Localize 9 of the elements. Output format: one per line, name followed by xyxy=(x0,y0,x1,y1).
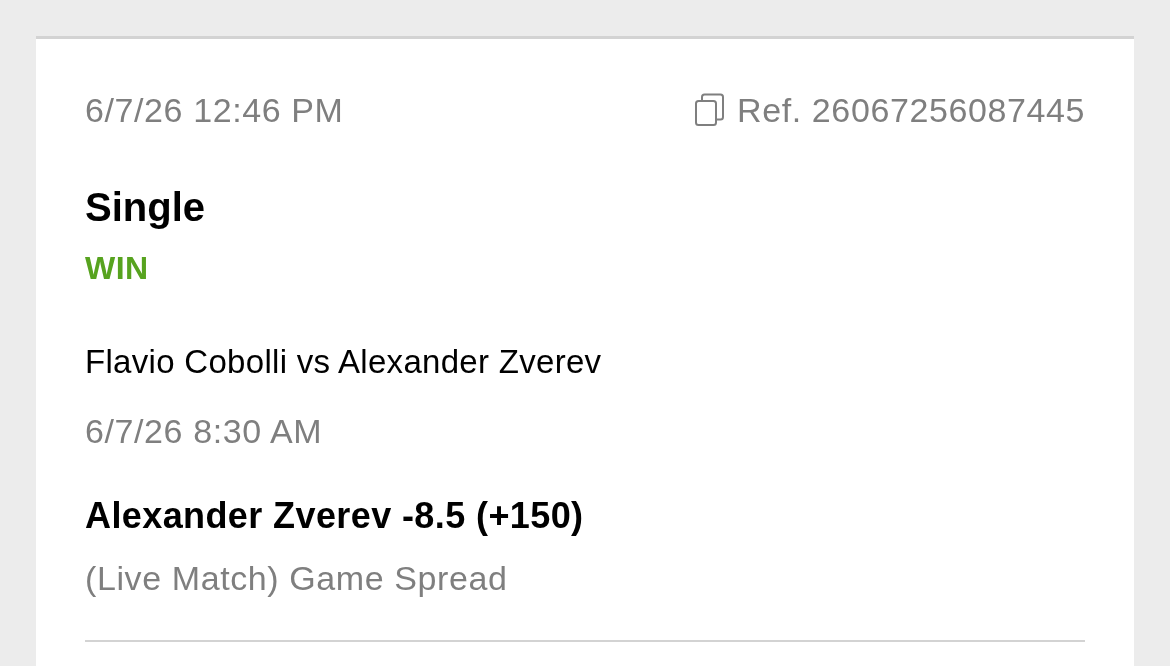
market-name: (Live Match) Game Spread xyxy=(85,558,509,598)
bet-type: Single xyxy=(85,184,207,231)
copy-icon[interactable] xyxy=(694,93,726,127)
bet-outcome: WIN xyxy=(85,249,150,288)
reference-number: Ref. 26067256087445 xyxy=(737,90,1085,130)
event-start-time: 6/7/26 8:30 AM xyxy=(85,411,324,451)
event-name: Flavio Cobolli vs Alexander Zverev xyxy=(85,342,603,382)
placed-date: 6/7/26 12:46 PM xyxy=(85,90,344,130)
selection-pick: Alexander Zverev -8.5 (+150) xyxy=(85,494,585,538)
